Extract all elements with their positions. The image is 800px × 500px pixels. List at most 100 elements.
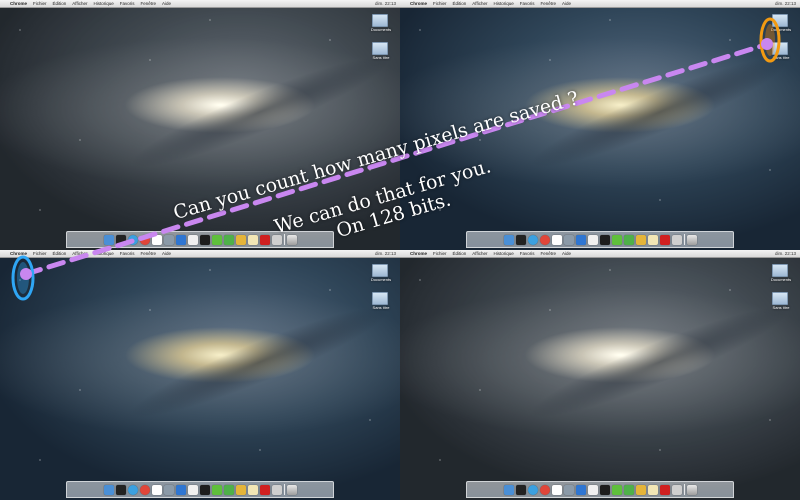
documents-icon[interactable] [271, 484, 282, 495]
desktop-icon-label[interactable]: Documents [368, 27, 394, 32]
chrome-icon[interactable] [539, 484, 550, 495]
menu-item[interactable]: Édition [53, 0, 67, 7]
menu-item[interactable]: Fenêtre [141, 0, 157, 7]
acrobat-icon[interactable] [259, 484, 270, 495]
menu-app-name[interactable]: Chrome [410, 0, 427, 7]
folder-icon[interactable] [372, 292, 388, 305]
keychain-icon[interactable] [635, 484, 646, 495]
menu-clock[interactable]: dim. 22:13 [775, 0, 800, 7]
documents-icon[interactable] [671, 234, 682, 245]
finder-icon[interactable] [503, 234, 514, 245]
menu-item[interactable]: Fichier [33, 0, 47, 7]
folder-icon[interactable] [372, 264, 388, 277]
acrobat-icon[interactable] [259, 234, 270, 245]
preview-icon[interactable] [563, 484, 574, 495]
acrobat-icon[interactable] [659, 484, 670, 495]
desktop-icon-label[interactable]: Sans titre [368, 305, 394, 310]
disk-utility-icon[interactable] [211, 234, 222, 245]
disk-utility-icon[interactable] [611, 234, 622, 245]
keychain-icon[interactable] [235, 234, 246, 245]
games-icon[interactable] [623, 234, 634, 245]
menu-item[interactable]: Fichier [433, 0, 447, 7]
activity-monitor-icon[interactable] [599, 234, 610, 245]
calendar-icon[interactable] [151, 484, 162, 495]
menu-item[interactable]: Édition [453, 250, 467, 257]
app-store-icon[interactable] [175, 484, 186, 495]
menu-item[interactable]: Favoris [120, 250, 135, 257]
calendar-icon[interactable] [551, 234, 562, 245]
menu-item[interactable]: Favoris [120, 0, 135, 7]
menu-item[interactable]: Fichier [433, 250, 447, 257]
desktop-icon-label[interactable]: Documents [768, 27, 794, 32]
calendar-icon[interactable] [551, 484, 562, 495]
menu-item[interactable]: Aide [162, 250, 171, 257]
menu-item[interactable]: Aide [562, 250, 571, 257]
desktop-icon-label[interactable]: Sans titre [368, 55, 394, 60]
terminal-icon[interactable] [115, 484, 126, 495]
menu-app-name[interactable]: Chrome [10, 0, 27, 7]
games-icon[interactable] [223, 234, 234, 245]
menu-item[interactable]: Fenêtre [541, 0, 557, 7]
menu-item[interactable]: Fichier [33, 250, 47, 257]
menu-item[interactable]: Afficher [72, 250, 87, 257]
menu-item[interactable]: Afficher [472, 250, 487, 257]
trash-icon[interactable] [286, 484, 297, 495]
terminal-icon[interactable] [115, 234, 126, 245]
chrome-icon[interactable] [139, 484, 150, 495]
menu-app-name[interactable]: Chrome [410, 250, 427, 257]
folder-icon[interactable] [772, 264, 788, 277]
menu-item[interactable]: Historique [93, 0, 113, 7]
menu-item[interactable]: Fenêtre [541, 250, 557, 257]
menu-item[interactable]: Aide [562, 0, 571, 7]
documents-icon[interactable] [271, 234, 282, 245]
menu-clock[interactable]: dim. 22:13 [375, 250, 400, 257]
finder-icon[interactable] [103, 234, 114, 245]
textedit-icon[interactable] [187, 484, 198, 495]
safari-icon[interactable] [127, 234, 138, 245]
preview-icon[interactable] [563, 234, 574, 245]
preview-icon[interactable] [163, 484, 174, 495]
menu-clock[interactable]: dim. 22:13 [375, 0, 400, 7]
menu-item[interactable]: Afficher [72, 0, 87, 7]
terminal-icon[interactable] [515, 234, 526, 245]
menu-item[interactable]: Favoris [520, 250, 535, 257]
safari-icon[interactable] [527, 234, 538, 245]
keychain-icon[interactable] [235, 484, 246, 495]
trash-icon[interactable] [686, 234, 697, 245]
menu-item[interactable]: Édition [53, 250, 67, 257]
terminal-icon[interactable] [515, 484, 526, 495]
desktop-icon-label[interactable]: Sans titre [768, 305, 794, 310]
archive-icon[interactable] [647, 484, 658, 495]
preview-icon[interactable] [163, 234, 174, 245]
chrome-icon[interactable] [539, 234, 550, 245]
documents-icon[interactable] [671, 484, 682, 495]
archive-icon[interactable] [647, 234, 658, 245]
calendar-icon[interactable] [151, 234, 162, 245]
safari-icon[interactable] [527, 484, 538, 495]
trash-icon[interactable] [286, 234, 297, 245]
menu-item[interactable]: Favoris [520, 0, 535, 7]
disk-utility-icon[interactable] [611, 484, 622, 495]
acrobat-icon[interactable] [659, 234, 670, 245]
desktop-icon-label[interactable]: Sans titre [768, 55, 794, 60]
activity-monitor-icon[interactable] [199, 484, 210, 495]
keychain-icon[interactable] [635, 234, 646, 245]
menu-item[interactable]: Édition [453, 0, 467, 7]
menu-item[interactable]: Aide [162, 0, 171, 7]
folder-icon[interactable] [372, 42, 388, 55]
app-store-icon[interactable] [175, 234, 186, 245]
games-icon[interactable] [623, 484, 634, 495]
menu-item[interactable]: Afficher [472, 0, 487, 7]
archive-icon[interactable] [247, 234, 258, 245]
textedit-icon[interactable] [587, 234, 598, 245]
disk-utility-icon[interactable] [211, 484, 222, 495]
folder-icon[interactable] [772, 42, 788, 55]
activity-monitor-icon[interactable] [599, 484, 610, 495]
textedit-icon[interactable] [587, 484, 598, 495]
menu-item[interactable]: Historique [493, 250, 513, 257]
app-store-icon[interactable] [575, 484, 586, 495]
menu-item[interactable]: Historique [493, 0, 513, 7]
menu-app-name[interactable]: Chrome [10, 250, 27, 257]
menu-clock[interactable]: dim. 22:13 [775, 250, 800, 257]
desktop-icon-label[interactable]: Documents [368, 277, 394, 282]
